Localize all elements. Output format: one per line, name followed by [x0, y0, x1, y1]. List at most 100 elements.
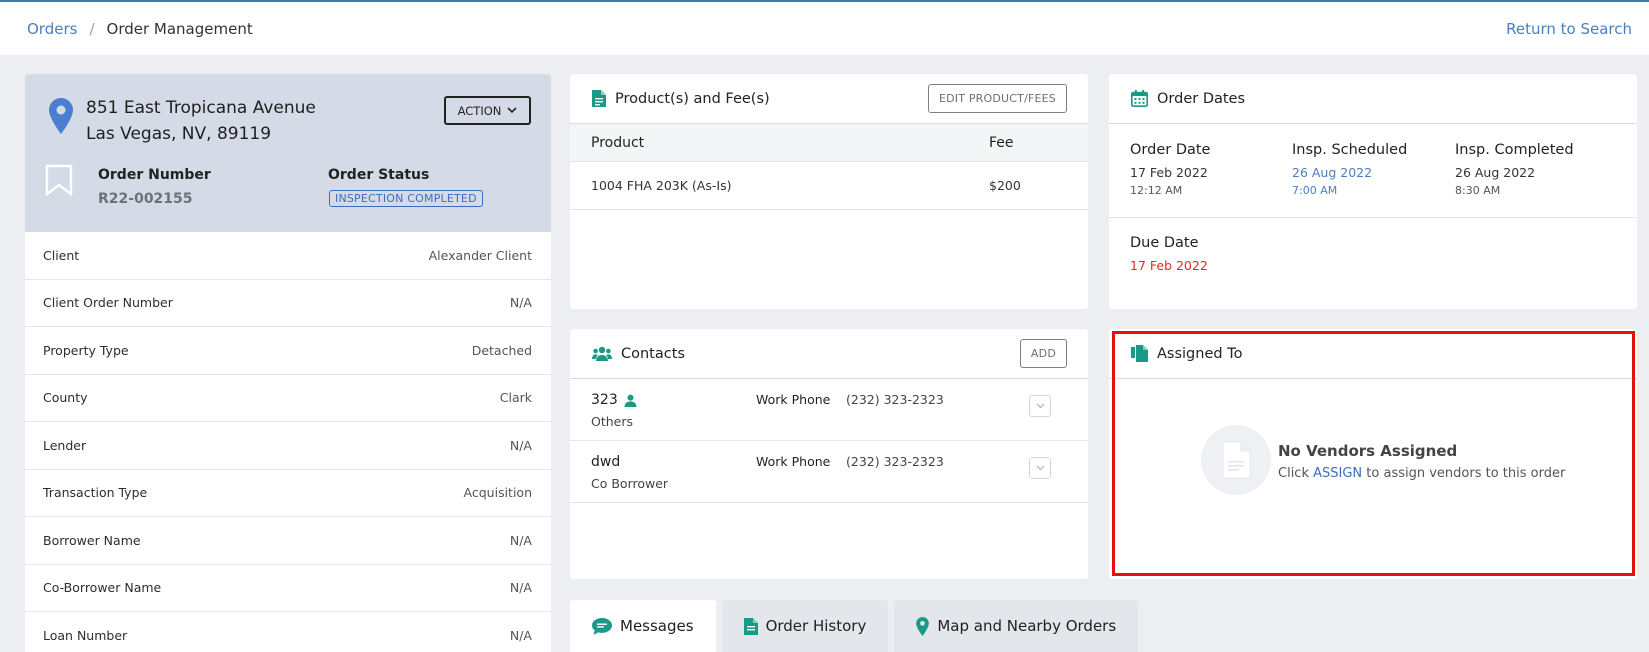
detail-value: N/A: [509, 532, 532, 548]
status-badge: INSPECTION COMPLETED: [329, 190, 483, 207]
dates-title: Order Dates: [1131, 90, 1245, 107]
chat-icon: [592, 617, 612, 635]
add-contact-button[interactable]: ADD: [1019, 339, 1067, 368]
detail-row-transaction-type: Transaction Type Acquisition: [25, 470, 551, 517]
date-day: 17 Feb 2022: [1130, 165, 1208, 180]
products-title-text: Product(s) and Fee(s): [615, 90, 770, 107]
tab-label: Messages: [620, 617, 694, 635]
contacts-card: Contacts ADD 323 Others Work Phone (232)…: [570, 329, 1088, 579]
date-day[interactable]: 26 Aug 2022: [1292, 165, 1407, 180]
map-pin-icon: [916, 616, 930, 636]
detail-value: Acquisition: [463, 485, 532, 501]
detail-row-lender: Lender N/A: [25, 422, 551, 470]
breadcrumb-current: Order Management: [106, 19, 253, 38]
product-name: 1004 FHA 203K (As-Is): [591, 178, 732, 193]
contacts-card-header: Contacts ADD: [570, 329, 1088, 379]
contact-role: Co Borrower: [591, 476, 669, 491]
empty-state-message: Click ASSIGN to assign vendors to this o…: [1278, 466, 1565, 481]
order-summary-card: 851 East Tropicana Avenue Las Vegas, NV,…: [25, 74, 551, 652]
contact-phone: (232) 323-2323: [846, 392, 944, 407]
document-icon: [592, 90, 606, 107]
order-details-list: Client Alexander Client Client Order Num…: [25, 232, 551, 652]
expand-contact-button[interactable]: [1029, 457, 1051, 479]
empty-state-illustration: [1201, 425, 1271, 495]
chevron-down-icon: [1036, 465, 1044, 471]
edit-product-fees-button[interactable]: EDIT PRODUCT/FEES: [927, 84, 1067, 113]
chevron-down-icon: [1036, 403, 1044, 409]
due-date: Due Date 17 Feb 2022: [1130, 235, 1208, 273]
tab-order-history[interactable]: Order History: [721, 600, 889, 652]
bottom-tabs: Messages Order History Map and Nearby Or…: [570, 600, 1144, 652]
tab-messages[interactable]: Messages: [570, 600, 716, 652]
address-city: Las Vegas, NV, 89119: [86, 124, 272, 144]
products-fees-card: Product(s) and Fee(s) EDIT PRODUCT/FEES …: [570, 74, 1088, 309]
bookmark-icon[interactable]: [45, 164, 73, 196]
date-day: 26 Aug 2022: [1455, 165, 1536, 180]
action-dropdown-button[interactable]: ACTION: [444, 96, 531, 125]
action-button-label: ACTION: [457, 103, 502, 118]
contact-name-text: 323: [591, 392, 618, 408]
detail-value: N/A: [509, 580, 532, 596]
date-label: Insp. Scheduled: [1292, 142, 1408, 158]
detail-value: N/A: [509, 437, 532, 453]
expand-contact-button[interactable]: [1029, 395, 1051, 417]
tab-map-nearby-orders[interactable]: Map and Nearby Orders: [894, 600, 1139, 652]
contact-name: 323: [591, 392, 637, 408]
empty-state-suffix: to assign vendors to this order: [1366, 466, 1566, 481]
order-number-label: Order Number: [98, 167, 211, 183]
detail-row-borrower-name: Borrower Name N/A: [25, 517, 551, 565]
table-row: 1004 FHA 203K (As-Is) $200: [570, 162, 1088, 210]
date-time: 8:30 AM: [1455, 184, 1501, 197]
empty-state-title: No Vendors Assigned: [1278, 442, 1458, 460]
assigned-title-text: Assigned To: [1157, 345, 1243, 362]
date-label: Insp. Completed: [1455, 142, 1574, 158]
products-title: Product(s) and Fee(s): [592, 90, 770, 107]
detail-label: Borrower Name: [43, 532, 141, 548]
detail-label: Client: [43, 247, 80, 263]
detail-label: Loan Number: [43, 627, 128, 643]
order-status-label: Order Status: [328, 167, 430, 183]
breadcrumb-orders-link[interactable]: Orders: [27, 20, 77, 38]
detail-label: Client Order Number: [43, 295, 173, 311]
detail-label: County: [43, 390, 88, 406]
insp-completed-date: Insp. Completed 26 Aug 2022 8:30 AM: [1455, 142, 1574, 197]
insp-scheduled-date[interactable]: Insp. Scheduled 26 Aug 2022 7:00 AM: [1292, 142, 1407, 197]
assigned-to-card: Assigned To No Vendors Assigned Click AS…: [1109, 329, 1637, 579]
page-header: Orders / Order Management Return to Sear…: [0, 2, 1649, 55]
date-time[interactable]: 7:00 AM: [1292, 184, 1407, 197]
date-label: Order Date: [1130, 142, 1211, 158]
user-icon: [624, 394, 637, 407]
clipboard-icon: [1131, 345, 1148, 362]
return-to-search-link[interactable]: Return to Search: [1506, 20, 1632, 38]
document-icon: [743, 617, 758, 635]
address-panel: 851 East Tropicana Avenue Las Vegas, NV,…: [25, 74, 551, 232]
detail-row-county: County Clark: [25, 375, 551, 422]
products-card-header: Product(s) and Fee(s) EDIT PRODUCT/FEES: [570, 74, 1088, 124]
empty-state-prefix: Click: [1278, 466, 1309, 481]
calendar-icon: [1131, 90, 1148, 107]
contact-name-text: dwd: [591, 454, 621, 470]
dates-title-text: Order Dates: [1157, 90, 1246, 107]
detail-value: Alexander Client: [428, 247, 532, 263]
contact-phone-label: Work Phone: [756, 454, 831, 469]
date-time: 12:12 AM: [1130, 184, 1183, 197]
detail-row-client-order-number: Client Order Number N/A: [25, 280, 551, 327]
detail-label: Transaction Type: [43, 485, 148, 501]
detail-row-loan-number: Loan Number N/A: [25, 612, 551, 652]
tab-label: Map and Nearby Orders: [937, 617, 1117, 635]
contacts-title: Contacts: [592, 346, 685, 362]
order-number-value: R22-002155: [98, 191, 193, 207]
detail-value: N/A: [509, 627, 532, 643]
order-dates-card: Order Dates Order Date 17 Feb 2022 12:12…: [1109, 74, 1637, 309]
detail-label: Lender: [43, 437, 87, 453]
breadcrumb-separator: /: [89, 19, 95, 38]
assign-link[interactable]: ASSIGN: [1313, 466, 1362, 481]
detail-label: Co-Borrower Name: [43, 580, 162, 596]
detail-value: Clark: [499, 390, 532, 406]
address-street: 851 East Tropicana Avenue: [86, 98, 316, 118]
assigned-title: Assigned To: [1131, 345, 1242, 362]
contact-role: Others: [591, 414, 634, 429]
list-item: 323 Others Work Phone (232) 323-2323: [570, 379, 1088, 441]
detail-row-co-borrower-name: Co-Borrower Name N/A: [25, 565, 551, 612]
breadcrumb: Orders / Order Management: [27, 20, 253, 38]
